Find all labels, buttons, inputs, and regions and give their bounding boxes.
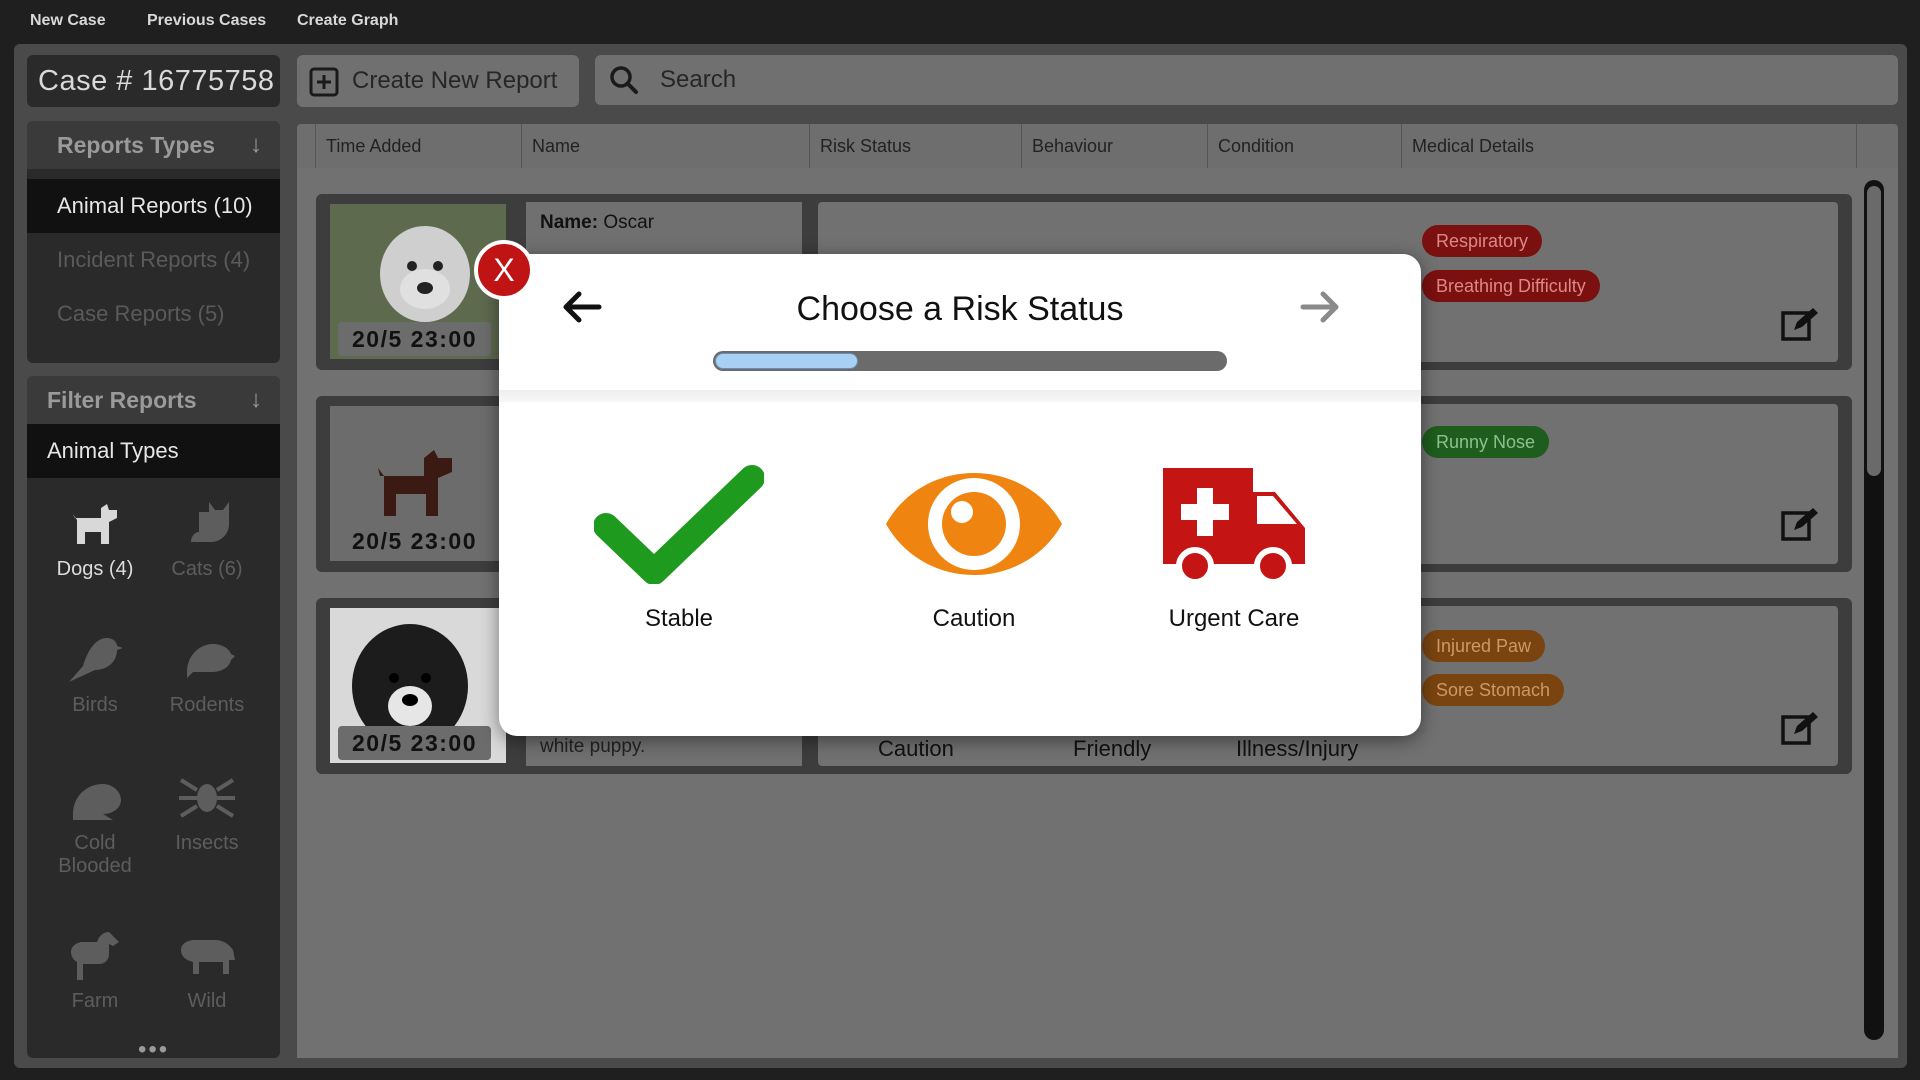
progress-fill (715, 353, 858, 369)
filter-dogs[interactable]: Dogs (4) (40, 496, 150, 581)
edit-icon[interactable] (1780, 710, 1820, 746)
filter-header[interactable]: Filter Reports ↓ (27, 376, 280, 424)
filter-insects[interactable]: Insects (152, 770, 262, 855)
medical-tag: Respiratory (1422, 225, 1543, 257)
col-medical-details[interactable]: Medical Details (1401, 124, 1857, 168)
scrollbar-thumb[interactable] (1867, 186, 1881, 476)
risk-status-dialog: Choose a Risk Status Stable Caution Urge (499, 254, 1421, 736)
medical-tag: Breathing Difficulty (1422, 270, 1600, 302)
table-header: Time Added Name Risk Status Behaviour Co… (297, 124, 1898, 168)
filter-cats[interactable]: Cats (6) (152, 496, 262, 581)
search-input[interactable]: Search (595, 55, 1898, 105)
col-risk-status[interactable]: Risk Status (809, 124, 1021, 168)
dog-icon (73, 504, 117, 544)
time-added: 20/5 23:00 (338, 524, 491, 558)
arrow-down-icon: ↓ (250, 131, 262, 158)
horse-icon (71, 932, 119, 980)
checkmark-icon (593, 465, 765, 585)
report-type-incident[interactable]: Incident Reports (4) (27, 233, 280, 287)
report-type-animal[interactable]: Animal Reports (10) (27, 179, 280, 233)
filter-wild[interactable]: Wild (152, 928, 262, 1013)
arrow-down-icon: ↓ (250, 386, 262, 413)
condition-text: Illness/Injury (1236, 736, 1359, 761)
time-added: 20/5 23:00 (338, 726, 491, 760)
eye-icon (886, 473, 1062, 575)
medical-tag: Injured Paw (1422, 630, 1546, 662)
forward-arrow-icon[interactable] (1297, 284, 1343, 330)
report-types-panel: Reports Types ↓ Animal Reports (10) Inci… (27, 121, 280, 363)
col-time-added[interactable]: Time Added (315, 124, 515, 168)
col-condition[interactable]: Condition (1207, 124, 1401, 168)
rodent-icon (187, 644, 235, 678)
cat-icon (191, 502, 229, 542)
ambulance-icon (1163, 468, 1305, 585)
filter-title: Filter Reports (47, 387, 197, 413)
scrollbar[interactable] (1864, 180, 1884, 1040)
medical-tag: Runny Nose (1422, 426, 1550, 458)
dialog-title: Choose a Risk Status (796, 290, 1124, 328)
filter-farm[interactable]: Farm (40, 928, 150, 1013)
frog-icon (73, 784, 121, 820)
col-name[interactable]: Name (521, 124, 807, 168)
report-type-case[interactable]: Case Reports (5) (27, 287, 280, 341)
behaviour-text: Friendly (1073, 736, 1152, 761)
risk-status-text: Caution (878, 736, 954, 761)
more-animals-icon[interactable]: ••• (138, 1036, 169, 1064)
option-urgent-care[interactable]: Urgent Care (1134, 464, 1334, 633)
option-caution[interactable]: Caution (859, 464, 1089, 633)
report-types-header[interactable]: Reports Types ↓ (27, 121, 280, 169)
filter-cold-blooded[interactable]: Cold Blooded (40, 770, 150, 878)
dialog-divider (499, 390, 1421, 402)
col-behaviour[interactable]: Behaviour (1021, 124, 1207, 168)
animal-types-label: Animal Types (27, 424, 280, 478)
edit-icon[interactable] (1780, 306, 1820, 342)
close-dialog-button[interactable]: X (474, 240, 534, 300)
search-icon (610, 66, 638, 94)
time-added: 20/5 23:00 (338, 322, 491, 356)
menu-create-graph[interactable]: Create Graph (297, 12, 398, 30)
menu-previous-cases[interactable]: Previous Cases (147, 12, 266, 30)
filter-birds[interactable]: Birds (40, 632, 150, 717)
plus-square-icon (309, 67, 339, 97)
hippo-icon (181, 940, 235, 974)
report-types-title: Reports Types (57, 132, 216, 158)
option-stable[interactable]: Stable (579, 464, 779, 633)
bird-icon (69, 638, 123, 682)
create-new-report-button[interactable]: Create New Report (297, 55, 579, 107)
case-number: Case # 16775758 (27, 55, 280, 107)
top-menu-bar: New Case Previous Cases Create Graph (0, 0, 1920, 44)
progress-bar (713, 351, 1227, 371)
filter-rodents[interactable]: Rodents (152, 632, 262, 717)
edit-icon[interactable] (1780, 506, 1820, 542)
spider-icon (179, 778, 235, 818)
medical-tag: Sore Stomach (1422, 674, 1565, 706)
menu-new-case[interactable]: New Case (30, 12, 106, 30)
